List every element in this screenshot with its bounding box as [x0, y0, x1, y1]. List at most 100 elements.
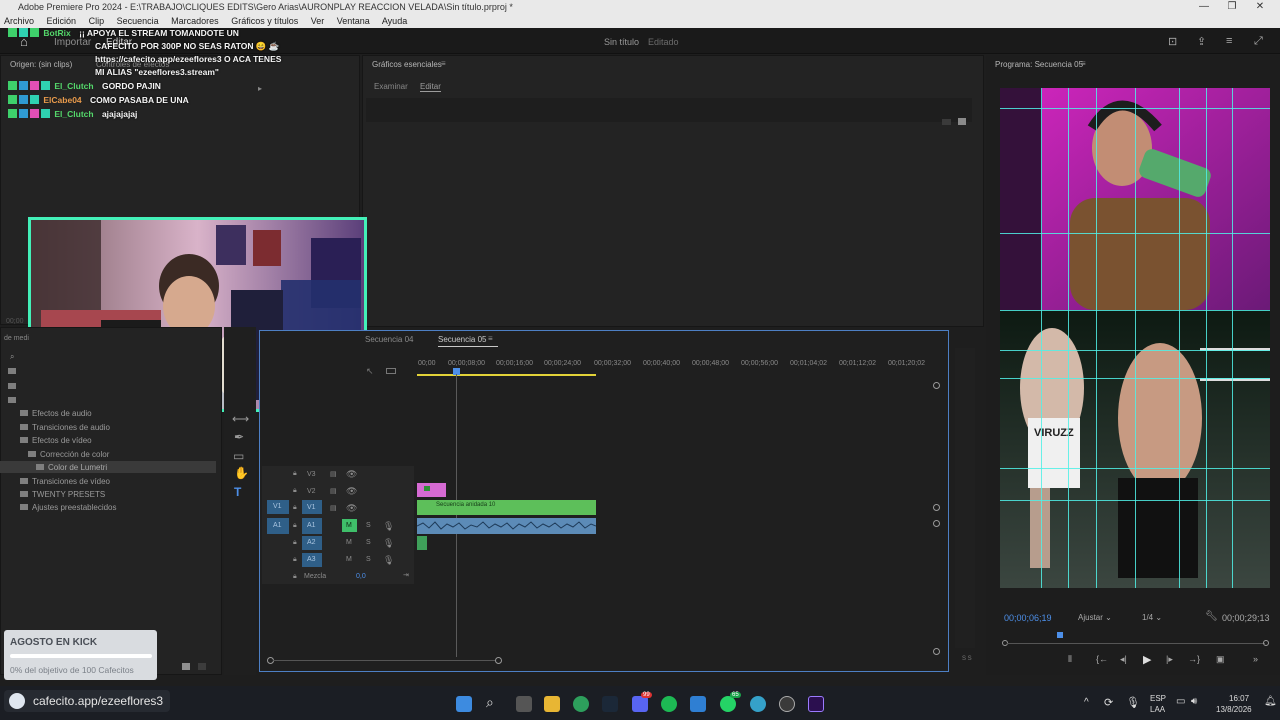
eye-icon[interactable]: 👁︎: [346, 469, 357, 480]
discord-icon[interactable]: [632, 696, 648, 712]
layer-options-icon[interactable]: [958, 118, 966, 125]
new-layer-icon[interactable]: [942, 119, 951, 125]
list-item[interactable]: Efectos de vídeo: [20, 436, 92, 445]
maximize-button[interactable]: ❐: [1218, 0, 1246, 14]
tab-secuencia-04[interactable]: Secuencia 04: [365, 335, 413, 344]
scroll-handle[interactable]: [933, 504, 940, 511]
notifications-icon[interactable]: 🔔︎: [1264, 696, 1277, 707]
close-button[interactable]: ✕: [1246, 0, 1274, 14]
lock-icon[interactable]: 🔒︎: [293, 573, 297, 581]
scroll-handle[interactable]: [933, 648, 940, 655]
list-item[interactable]: TWENTY PRESETS: [20, 490, 105, 499]
program-timecode[interactable]: 00;00;06;19: [1004, 613, 1052, 623]
microphone-icon[interactable]: 🎙︎: [383, 538, 394, 549]
graphic-clip[interactable]: [417, 483, 446, 497]
chrome-icon[interactable]: [750, 696, 766, 712]
menu-secuencia[interactable]: Secuencia: [117, 16, 159, 26]
tray-arrow-icon[interactable]: ^: [1084, 697, 1089, 708]
hand-icon[interactable]: ✋: [234, 466, 249, 480]
list-item[interactable]: Transiciones de vídeo: [20, 477, 110, 486]
lock-icon[interactable]: 🔒︎: [293, 470, 297, 478]
menu-marcadores[interactable]: Marcadores: [171, 16, 219, 26]
lock-icon[interactable]: 🔒︎: [293, 539, 297, 547]
project-panel-label[interactable]: de medi: [4, 335, 29, 342]
scroll-handle[interactable]: [933, 520, 940, 527]
scrubber-handle-right[interactable]: [1263, 640, 1269, 646]
audio-clip-a2[interactable]: [417, 536, 427, 550]
film-icon[interactable]: ▤: [330, 487, 337, 495]
film-icon[interactable]: ▤: [330, 470, 337, 478]
add-marker-icon[interactable]: ⦀: [1068, 654, 1072, 665]
premiere-taskbar-icon[interactable]: [808, 696, 824, 712]
menu-clip[interactable]: Clip: [89, 16, 105, 26]
expand-arrow-icon[interactable]: ▸: [258, 84, 262, 93]
panel-menu-icon[interactable]: ≡: [488, 334, 493, 343]
clock-time[interactable]: 16:07: [1229, 694, 1249, 703]
work-area-bar[interactable]: [417, 374, 596, 376]
share-icon[interactable]: ⇪: [1197, 35, 1206, 48]
ripple-edit-icon[interactable]: ⟷: [232, 412, 249, 426]
new-folder-icon[interactable]: [182, 663, 190, 670]
resolution-dropdown[interactable]: 1/4 ⌄: [1142, 613, 1162, 622]
tab-examinar[interactable]: Examinar: [374, 82, 408, 91]
menu-archivo[interactable]: Archivo: [4, 16, 34, 26]
more-controls-icon[interactable]: »: [1253, 654, 1258, 664]
menu-ver[interactable]: Ver: [311, 16, 325, 26]
search-icon[interactable]: ⌕: [10, 352, 14, 362]
language-indicator[interactable]: ESP: [1150, 694, 1166, 703]
film-icon[interactable]: ▤: [330, 504, 337, 512]
solo-button[interactable]: S: [366, 556, 371, 563]
search-icon[interactable]: ⌕: [486, 694, 494, 711]
export-frame-icon[interactable]: ▣: [1216, 654, 1225, 665]
step-forward-icon[interactable]: |▸: [1166, 654, 1173, 665]
go-to-in-icon[interactable]: {←: [1096, 654, 1108, 664]
windows-start-icon[interactable]: [456, 696, 472, 712]
mute-button[interactable]: M: [346, 556, 352, 563]
list-item[interactable]: Efectos de audio: [20, 409, 92, 418]
mix-value[interactable]: 0,0: [356, 573, 366, 580]
tab-secuencia-05[interactable]: Secuencia 05: [438, 335, 486, 344]
fit-dropdown[interactable]: Ajustar ⌄: [1078, 613, 1112, 622]
rectangle-icon[interactable]: ▭: [233, 449, 244, 463]
snap-icon[interactable]: ↖: [366, 366, 374, 377]
steam-icon[interactable]: [602, 696, 618, 712]
fullscreen-icon[interactable]: ⤢: [1254, 35, 1263, 48]
lock-icon[interactable]: 🔒︎: [293, 522, 297, 530]
lock-icon[interactable]: 🔒︎: [293, 556, 297, 564]
source-panel-title[interactable]: Origen: (sin clips): [10, 60, 72, 69]
list-item[interactable]: Corrección de color: [28, 450, 109, 459]
list-item[interactable]: Ajustes preestablecidos: [20, 503, 117, 512]
app-icon[interactable]: [690, 696, 706, 712]
list-item[interactable]: Transiciones de audio: [20, 423, 110, 432]
solo-button[interactable]: S: [366, 539, 371, 546]
microphone-icon[interactable]: 🎙︎: [383, 555, 394, 566]
menu-lines-icon[interactable]: ≡: [1226, 35, 1232, 47]
menu-edicion[interactable]: Edición: [47, 16, 77, 26]
zoom-handle-right[interactable]: [495, 657, 502, 664]
microphone-tray-icon[interactable]: 🎙︎: [1126, 696, 1140, 709]
menu-graficos[interactable]: Gráficos y títulos: [231, 16, 298, 26]
sync-icon[interactable]: ⟳: [1104, 696, 1113, 709]
program-title[interactable]: Programa: Secuencia 05: [995, 60, 1083, 69]
eye-icon[interactable]: 👁︎: [346, 503, 357, 514]
task-view-icon[interactable]: [516, 696, 532, 712]
scroll-handle[interactable]: [933, 382, 940, 389]
step-back-icon[interactable]: ◂|: [1120, 654, 1127, 665]
volume-icon[interactable]: 🔊︎: [1191, 696, 1197, 707]
lock-icon[interactable]: 🔒︎: [293, 504, 297, 512]
mute-button[interactable]: M: [346, 539, 352, 546]
microphone-icon[interactable]: 🎙︎: [383, 521, 394, 532]
spotify-icon[interactable]: [661, 696, 677, 712]
type-tool-icon[interactable]: T: [234, 485, 241, 499]
pen-icon[interactable]: ✒: [234, 430, 244, 444]
menu-ventana[interactable]: Ventana: [337, 16, 370, 26]
tab-editar-graphics[interactable]: Editar: [420, 82, 441, 92]
list-item-selected[interactable]: Color de Lumetri: [36, 463, 107, 472]
menu-ayuda[interactable]: Ayuda: [382, 16, 407, 26]
panel-menu-icon[interactable]: ≡: [441, 59, 446, 68]
wrench-icon[interactable]: 🔧︎: [1205, 611, 1218, 622]
play-button[interactable]: ▶: [1143, 653, 1151, 666]
solo-meter-label[interactable]: S S: [962, 656, 972, 662]
zoom-scrollbar[interactable]: [273, 660, 495, 661]
edge-browser-icon[interactable]: [573, 696, 589, 712]
